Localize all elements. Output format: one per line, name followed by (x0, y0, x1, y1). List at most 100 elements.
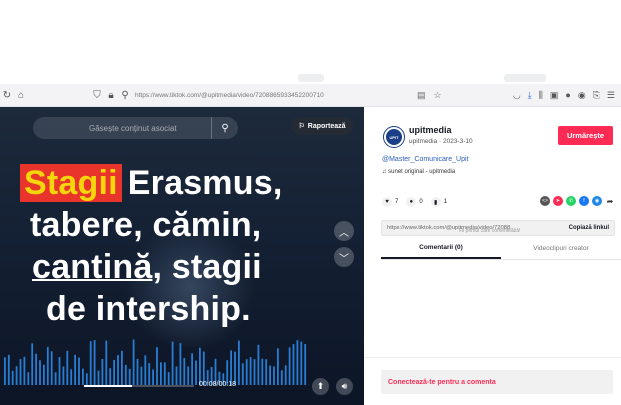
avatar[interactable]: UPIT (383, 126, 405, 148)
download-icon[interactable]: ⤓ (528, 90, 532, 101)
progress-bar[interactable] (84, 385, 194, 387)
waveform-bar (11, 370, 14, 385)
browser-tab-ghost (298, 74, 324, 82)
browser-tab-ghost (504, 74, 546, 82)
browser-toolbar: ↻ ⌂ ⛉ 🔒︎ ⚲ https://www.tiktok.com/@upitm… (0, 84, 621, 107)
menu-icon[interactable]: ☰ (607, 90, 615, 101)
like-stat[interactable]: ♥ 7 (382, 197, 398, 207)
video-player[interactable]: Găsește conținut asociat ⚲ ⚐ Raportează … (0, 107, 364, 405)
waveform-bar (121, 350, 123, 385)
divider (364, 357, 621, 358)
waveform-bar (144, 355, 147, 385)
mention-link[interactable]: @Master_Comunicare_Upit (382, 156, 468, 163)
video-caption: Stagii Erasmus, tabere, cămin, cantină, s… (14, 162, 354, 330)
caption-line-3: , stagii (152, 248, 262, 286)
sound-info[interactable]: ♫ sunet original - upitmedia (382, 169, 455, 175)
report-label: Raportează (307, 122, 346, 130)
share-buttons: <> ➤ ✆ f ◉ ➦ (540, 196, 615, 206)
waveform-bar (62, 366, 65, 385)
video-details-panel: UPIT upitmedia upitmedia · 2023-3-10 Urm… (364, 107, 621, 405)
extension-icon[interactable]: ● (565, 90, 570, 100)
page-icon[interactable]: ▤ (417, 90, 426, 101)
waveform-bar (117, 355, 119, 385)
previous-video-button[interactable]: ︿ (334, 221, 354, 241)
waveform-bar (109, 368, 112, 385)
engagement-stats: ♥ 7 ● 0 ▮ 1 (382, 197, 447, 207)
bookmarks-icon[interactable]: ⎘ (593, 90, 600, 101)
waveform-bar (269, 365, 271, 385)
waveform-bar (140, 366, 143, 385)
waveform-bar (167, 372, 170, 385)
share-arrow-icon[interactable]: ➦ (605, 196, 615, 206)
permissions-icon[interactable]: ⚲ (118, 90, 132, 101)
next-video-button[interactable]: ﹀ (334, 247, 354, 267)
waveform-bar (152, 369, 154, 385)
library-icon[interactable]: ⫼ (539, 90, 543, 101)
waveform-bar (19, 359, 22, 385)
report-button[interactable]: ⚐ Raportează (291, 117, 353, 135)
reader-icon[interactable]: ▣ (550, 90, 559, 101)
url-field[interactable]: https://www.tiktok.com/@upitmedia/video/… (135, 92, 324, 99)
facebook-icon[interactable]: f (579, 196, 589, 206)
waveform-bar (187, 366, 190, 385)
tab-creator-videos[interactable]: Videoclipuri creator (501, 237, 621, 259)
avatar-logo: UPIT (386, 129, 402, 145)
chevron-up-icon: ︿ (339, 227, 349, 239)
waveform-bar (85, 373, 88, 385)
waveform-bar (156, 347, 158, 385)
waveform-bar (238, 340, 240, 385)
login-to-comment[interactable]: Conectează-te pentru a comenta (381, 370, 613, 394)
caption-line-4: de intership. (46, 290, 251, 328)
waveform-bar (249, 357, 252, 385)
author-meta: upitmedia · 2023-3-10 (409, 138, 473, 145)
waveform-bar (230, 350, 232, 385)
caption-line-2: tabere, cămin, (30, 206, 262, 244)
whatsapp-icon[interactable]: ✆ (566, 196, 576, 206)
messenger-icon[interactable]: ◉ (592, 196, 602, 206)
tab-comments[interactable]: Comentarii (0) (381, 237, 501, 259)
bookmark-star-icon[interactable]: ☆ (434, 90, 442, 101)
refresh-icon[interactable]: ↻ (0, 90, 14, 101)
speaker-icon: 🔊︎ (341, 381, 348, 391)
waveform-bar (78, 357, 80, 385)
home-icon[interactable]: ⌂ (14, 90, 28, 101)
related-search[interactable]: Găsește conținut asociat ⚲ (33, 117, 238, 139)
waveform-bar (54, 372, 57, 385)
waveform-bar (46, 346, 49, 385)
shield-icon[interactable]: ⛉ (90, 90, 104, 101)
waveform-bar (300, 341, 303, 385)
account-icon[interactable]: ◉ (578, 90, 586, 101)
follow-button[interactable]: Urmărește (558, 126, 613, 145)
caption-underlined-word: cantină (32, 248, 153, 286)
comment-stat[interactable]: ● 0 (406, 197, 423, 207)
waveform-bar (304, 344, 307, 385)
waveform-bar (136, 358, 139, 385)
waveform-bar (234, 351, 236, 385)
copy-link-button[interactable]: Copiază linkul (564, 225, 614, 231)
save-stat[interactable]: ▮ 1 (430, 197, 447, 207)
waveform-bar (195, 360, 197, 385)
waveform-bar (280, 370, 283, 385)
first-comment-hint: Fii primul care comentează! (459, 228, 521, 234)
embed-icon[interactable]: <> (540, 196, 550, 206)
send-icon[interactable]: ➤ (553, 196, 563, 206)
waveform-bar (101, 359, 104, 385)
caption-highlight: Stagii (20, 164, 122, 202)
waveform-bar (74, 354, 76, 385)
waveform-bar (7, 354, 10, 385)
volume-button[interactable]: 🔊︎ (336, 378, 353, 395)
waveform-bar (175, 366, 178, 385)
author-name[interactable]: upitmedia (409, 125, 452, 135)
waveform-bar (27, 372, 30, 385)
waveform-bar (70, 369, 73, 385)
lock-icon[interactable]: 🔒︎ (104, 90, 118, 101)
autoscroll-button[interactable]: ⬆ (312, 378, 329, 395)
heart-icon: ♥ (382, 197, 392, 207)
waveform-bar (15, 366, 18, 385)
search-input[interactable]: Găsește conținut asociat (33, 124, 211, 133)
audio-waveform (4, 339, 307, 385)
arrow-up-icon: ⬆ (316, 381, 325, 391)
pocket-icon[interactable]: ◡ (513, 90, 521, 101)
waveform-bar (124, 364, 127, 385)
search-icon[interactable]: ⚲ (211, 117, 238, 139)
